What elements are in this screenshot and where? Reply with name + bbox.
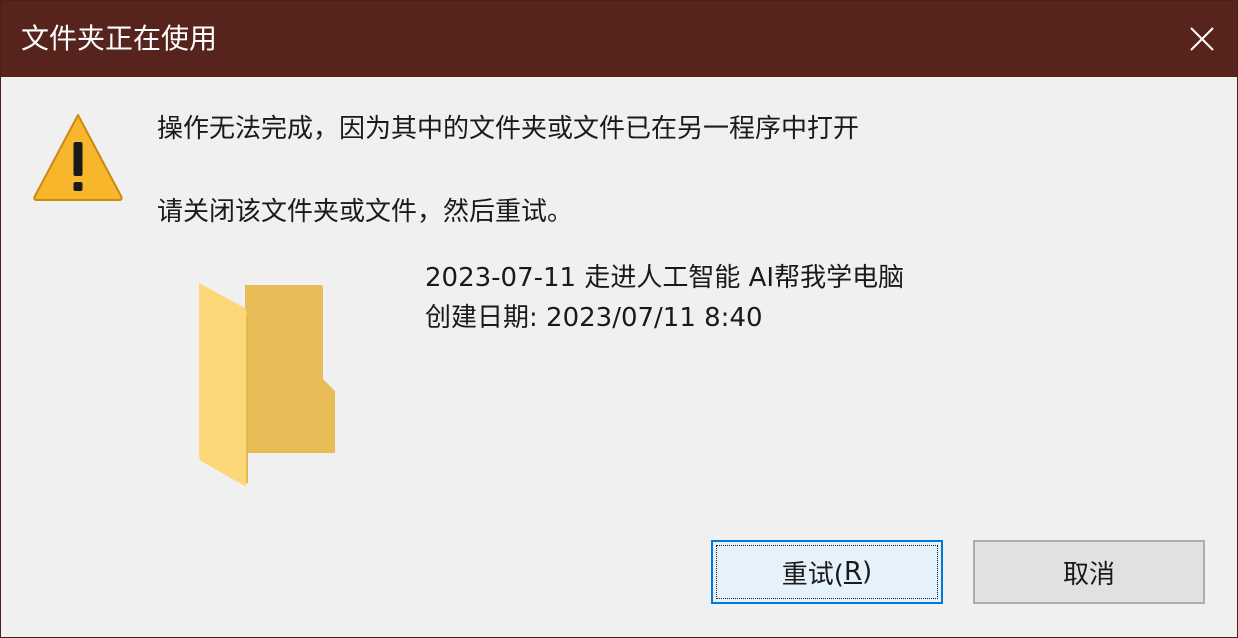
dialog-window: 文件夹正在使用 操作无法完成，因为其中的文件夹或文件已在另一程序中打开 请关闭该… [0,0,1238,638]
instruction-message: 请关闭该文件夹或文件，然后重试。 [157,197,574,227]
retry-label-prefix: 重试( [781,559,844,590]
window-title: 文件夹正在使用 [21,22,218,55]
file-created-date: 创建日期: 2023/07/11 8:40 [425,303,763,333]
error-message: 操作无法完成，因为其中的文件夹或文件已在另一程序中打开 [157,114,860,144]
cancel-button[interactable]: 取消 [973,540,1205,604]
retry-button[interactable]: 重试(R) [711,540,943,604]
close-icon [1190,27,1214,51]
file-name: 2023-07-11 走进人工智能 AI帮我学电脑 [425,263,905,293]
title-bar: 文件夹正在使用 [1,1,1237,77]
warning-triangle-icon [33,114,123,201]
cancel-label: 取消 [1062,559,1115,590]
retry-label-suffix: ) [862,557,873,587]
folder-icon [199,283,335,486]
retry-mnemonic: R [843,557,863,587]
close-button[interactable] [1167,1,1237,77]
